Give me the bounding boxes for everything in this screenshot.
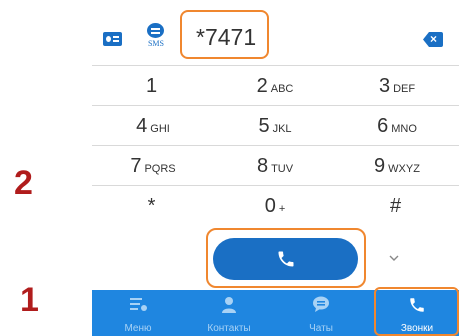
sms-label: SMS (147, 39, 164, 48)
keypad-row: 4 GHI 5 JKL 6 MNO (92, 106, 459, 146)
call-row (92, 226, 459, 290)
nav-item-contacts[interactable]: Контакты (190, 290, 268, 336)
key-8[interactable]: 8 TUV (214, 146, 336, 186)
keypad-row: 1 2 ABC 3 DEF (92, 66, 459, 106)
key-hash[interactable]: # (336, 186, 458, 226)
key-9[interactable]: 9 WXYZ (336, 146, 458, 186)
key-3[interactable]: 3 DEF (336, 66, 458, 106)
key-star[interactable]: * (92, 186, 214, 226)
key-7[interactable]: 7 PQRS (92, 146, 214, 186)
nav-label-chats: Чаты (309, 323, 333, 334)
nav-item-calls[interactable]: Звонки (378, 290, 456, 336)
key-1[interactable]: 1 (92, 66, 214, 106)
dialer-header: SMS *7471 × (92, 0, 459, 66)
keypad: 1 2 ABC 3 DEF 4 GHI 5 JKL 6 MNO 7 PQRS 8 TUV 9W… (92, 66, 459, 226)
nav-label-contacts: Контакты (207, 323, 251, 334)
step-number-2: 2 (14, 164, 33, 202)
bottom-navigation: Меню Контакты Чаты Звонки (92, 290, 459, 336)
nav-label-menu: Меню (124, 323, 152, 334)
key-6[interactable]: 6 MNO (336, 106, 458, 146)
keypad-row: * 0 + # (92, 186, 459, 226)
key-0[interactable]: 0 + (214, 186, 336, 226)
menu-icon (130, 298, 147, 311)
key-2[interactable]: 2 ABC (214, 66, 336, 106)
keypad-row: 7 PQRS 8 TUV 9 WXYZ (92, 146, 459, 186)
nav-label-calls: Звонки (400, 323, 434, 334)
phone-icon (278, 251, 294, 267)
sms-icon (147, 23, 164, 38)
backspace-button[interactable]: × (423, 32, 443, 47)
key-5[interactable]: 5 JKL (214, 106, 336, 146)
phone-icon (410, 298, 424, 312)
phone-screen: SMS *7471 × 1 2 ABC 3 DEF 4 GHI 5 JKL 6 MNO 7… (92, 0, 459, 336)
nav-item-chats[interactable]: Чаты (282, 290, 360, 336)
chevron-down-icon[interactable] (386, 250, 402, 266)
nav-item-menu[interactable]: Меню (99, 290, 177, 336)
contact-card-icon[interactable] (103, 32, 122, 46)
chat-icon (313, 296, 329, 312)
sms-button[interactable]: SMS (144, 23, 168, 51)
call-button[interactable] (213, 238, 358, 280)
step-number-1: 1 (20, 281, 39, 319)
key-4[interactable]: 4 GHI (92, 106, 214, 146)
person-icon (222, 297, 236, 313)
dialed-number[interactable]: *7471 (196, 24, 256, 51)
